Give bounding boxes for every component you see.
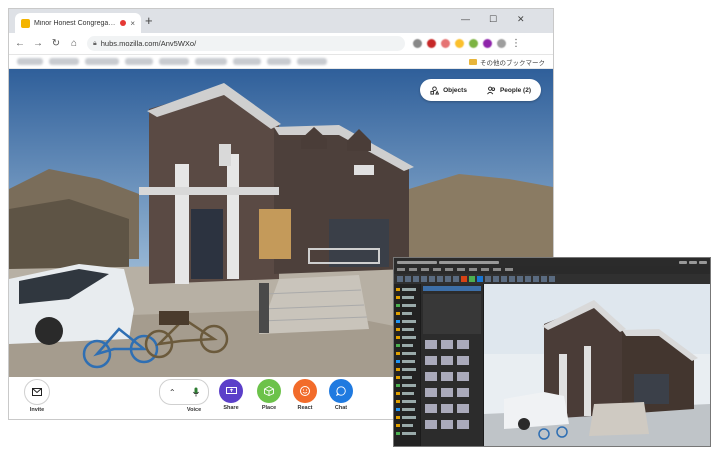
lock-icon: 🔒︎ [93, 39, 97, 47]
extension-icon[interactable] [455, 39, 464, 48]
tab-title: Minor Honest Congregation [34, 19, 117, 27]
chat-button[interactable]: Chat [329, 379, 353, 411]
menu-icon[interactable]: ⋮ [511, 38, 521, 49]
react-button[interactable]: React [293, 379, 317, 411]
share-button[interactable]: Share [219, 379, 243, 411]
cad-menu-bar [394, 266, 710, 274]
extension-icon[interactable] [469, 39, 478, 48]
place-button[interactable]: Place [257, 379, 281, 411]
tab-close-icon[interactable]: × [130, 19, 135, 28]
bookmark-item[interactable] [267, 58, 291, 65]
bookmark-item[interactable] [233, 58, 261, 65]
cad-parts-panel[interactable] [421, 284, 483, 446]
extension-icon[interactable] [427, 39, 436, 48]
chat-bubble-icon [329, 379, 353, 403]
address-bar[interactable]: 🔒︎ hubs.mozilla.com/Anv5WXo/ [87, 36, 405, 51]
extension-icon[interactable] [413, 39, 422, 48]
cad-3d-render-view[interactable] [484, 284, 710, 446]
browser-toolbar: ← → ↻ ⌂ 🔒︎ hubs.mozilla.com/Anv5WXo/ ⋮ [9, 33, 553, 55]
microphone-icon[interactable] [193, 387, 199, 397]
other-bookmarks[interactable]: その他のブックマーク [469, 57, 545, 67]
react-label: React [297, 405, 313, 411]
hubs-favicon-icon [21, 18, 30, 28]
tab-strip: Minor Honest Congregation × + — ☐ ✕ [9, 9, 553, 33]
share-label: Share [223, 405, 239, 411]
browser-tab[interactable]: Minor Honest Congregation × [15, 13, 141, 33]
cad-toolbar [394, 274, 710, 284]
bookmark-item[interactable] [125, 58, 153, 65]
bookmark-item[interactable] [17, 58, 43, 65]
envelope-icon [24, 379, 50, 405]
cad-house-render [484, 284, 710, 446]
other-bookmarks-label: その他のブックマーク [480, 59, 545, 67]
panel-toggle-group: Objects People (2) [420, 79, 541, 101]
objects-button[interactable]: Objects [420, 79, 477, 101]
place-label: Place [261, 405, 277, 411]
smiley-icon [293, 379, 317, 403]
recording-indicator-icon [120, 20, 127, 26]
people-button[interactable]: People (2) [477, 79, 541, 101]
reload-icon[interactable]: ↻ [51, 38, 61, 49]
bookmark-item[interactable] [159, 58, 189, 65]
bookmark-item[interactable] [49, 58, 79, 65]
people-icon [487, 86, 496, 94]
voice-label: Voice [186, 407, 202, 413]
back-icon[interactable]: ← [15, 38, 25, 49]
folder-icon [469, 58, 477, 65]
url-text: hubs.mozilla.com/Anv5WXo/ [100, 39, 197, 48]
bookmarks-bar: その他のブックマーク [9, 55, 553, 69]
bookmark-item[interactable] [297, 58, 327, 65]
chevron-up-icon[interactable]: ⌃ [169, 388, 176, 397]
forward-icon[interactable]: → [33, 38, 43, 49]
cube-icon [257, 379, 281, 403]
bookmark-item[interactable] [195, 58, 227, 65]
maximize-icon[interactable]: ☐ [489, 14, 497, 25]
extension-icon[interactable] [483, 39, 492, 48]
objects-icon [430, 85, 440, 95]
extension-icon[interactable] [441, 39, 450, 48]
close-window-icon[interactable]: ✕ [517, 14, 525, 25]
home-icon[interactable]: ⌂ [69, 38, 79, 49]
chat-label: Chat [334, 405, 348, 411]
voice-button-group: ⌃ Voice [159, 379, 209, 413]
profile-avatar-icon[interactable] [497, 39, 506, 48]
cad-tree-panel[interactable] [394, 284, 420, 446]
screen-share-icon [219, 379, 243, 403]
invite-label: Invite [29, 407, 45, 413]
invite-button[interactable]: Invite [24, 379, 50, 413]
architecture-software-window [393, 257, 711, 447]
bookmark-item[interactable] [85, 58, 119, 65]
minimize-icon[interactable]: — [461, 14, 470, 24]
objects-label: Objects [443, 86, 467, 94]
people-label: People (2) [499, 86, 531, 94]
new-tab-button[interactable]: + [145, 14, 153, 28]
extensions: ⋮ [413, 38, 521, 49]
cad-title-bar [394, 258, 710, 266]
